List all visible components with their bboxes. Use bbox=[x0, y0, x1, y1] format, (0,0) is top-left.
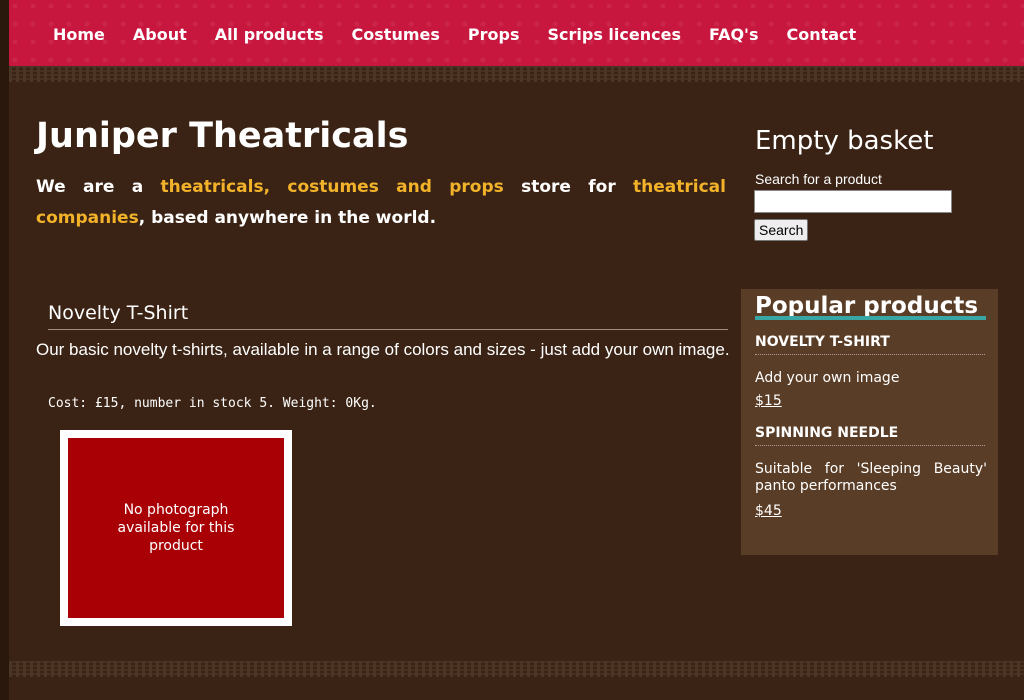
nav-item-about[interactable]: About bbox=[133, 25, 187, 44]
nav-item-scrips-licences[interactable]: Scrips licences bbox=[547, 25, 680, 44]
tagline-highlight-1: theatricals, costumes and props bbox=[160, 177, 504, 197]
no-photo-text: No photograph available for this product bbox=[117, 502, 235, 554]
product-description: Our basic novelty t-shirts, available in… bbox=[36, 340, 730, 359]
product-photo-placeholder: No photograph available for this product bbox=[68, 438, 284, 618]
tagline-text-2: store for bbox=[503, 177, 634, 197]
top-navigation: Home About All products Costumes Props S… bbox=[9, 0, 1024, 66]
popular-item-desc: Suitable for 'Sleeping Beauty' panto per… bbox=[755, 461, 987, 494]
popular-item-price[interactable]: $15 bbox=[755, 393, 782, 409]
nav-menu: Home About All products Costumes Props S… bbox=[53, 25, 884, 44]
popular-item-name[interactable]: SPINNING NEEDLE bbox=[755, 425, 985, 446]
tagline-text-3: , based anywhere in the world. bbox=[138, 208, 437, 228]
search-button[interactable]: Search bbox=[754, 219, 809, 241]
tagline-text-1: We are a bbox=[36, 177, 161, 197]
nav-item-costumes[interactable]: Costumes bbox=[352, 25, 440, 44]
decorative-pattern-top bbox=[9, 66, 1024, 82]
search-input[interactable] bbox=[754, 190, 952, 213]
product-cost-line: Cost: £15, number in stock 5. Weight: 0K… bbox=[48, 396, 377, 411]
decorative-pattern-bottom bbox=[9, 661, 1024, 677]
basket-status: Empty basket bbox=[755, 126, 934, 156]
popular-products-panel: Popular products NOVELTY T-SHIRT Add you… bbox=[741, 289, 998, 555]
popular-item-desc: Add your own image bbox=[755, 370, 900, 386]
nav-item-home[interactable]: Home bbox=[53, 25, 105, 44]
nav-item-all-products[interactable]: All products bbox=[215, 25, 324, 44]
nav-item-props[interactable]: Props bbox=[468, 25, 520, 44]
nav-item-contact[interactable]: Contact bbox=[786, 25, 856, 44]
search-label: Search for a product bbox=[755, 171, 882, 187]
popular-item-price[interactable]: $45 bbox=[755, 503, 782, 519]
site-title: Juniper Theatricals bbox=[36, 116, 409, 156]
product-title: Novelty T-Shirt bbox=[48, 302, 728, 330]
product-photo-frame: No photograph available for this product bbox=[60, 430, 292, 626]
site-tagline: We are a theatricals, costumes and props… bbox=[36, 172, 726, 234]
popular-item-name[interactable]: NOVELTY T-SHIRT bbox=[755, 334, 985, 355]
page-left-border bbox=[0, 0, 9, 700]
popular-title-underline bbox=[755, 316, 986, 320]
nav-item-faqs[interactable]: FAQ's bbox=[709, 25, 759, 44]
